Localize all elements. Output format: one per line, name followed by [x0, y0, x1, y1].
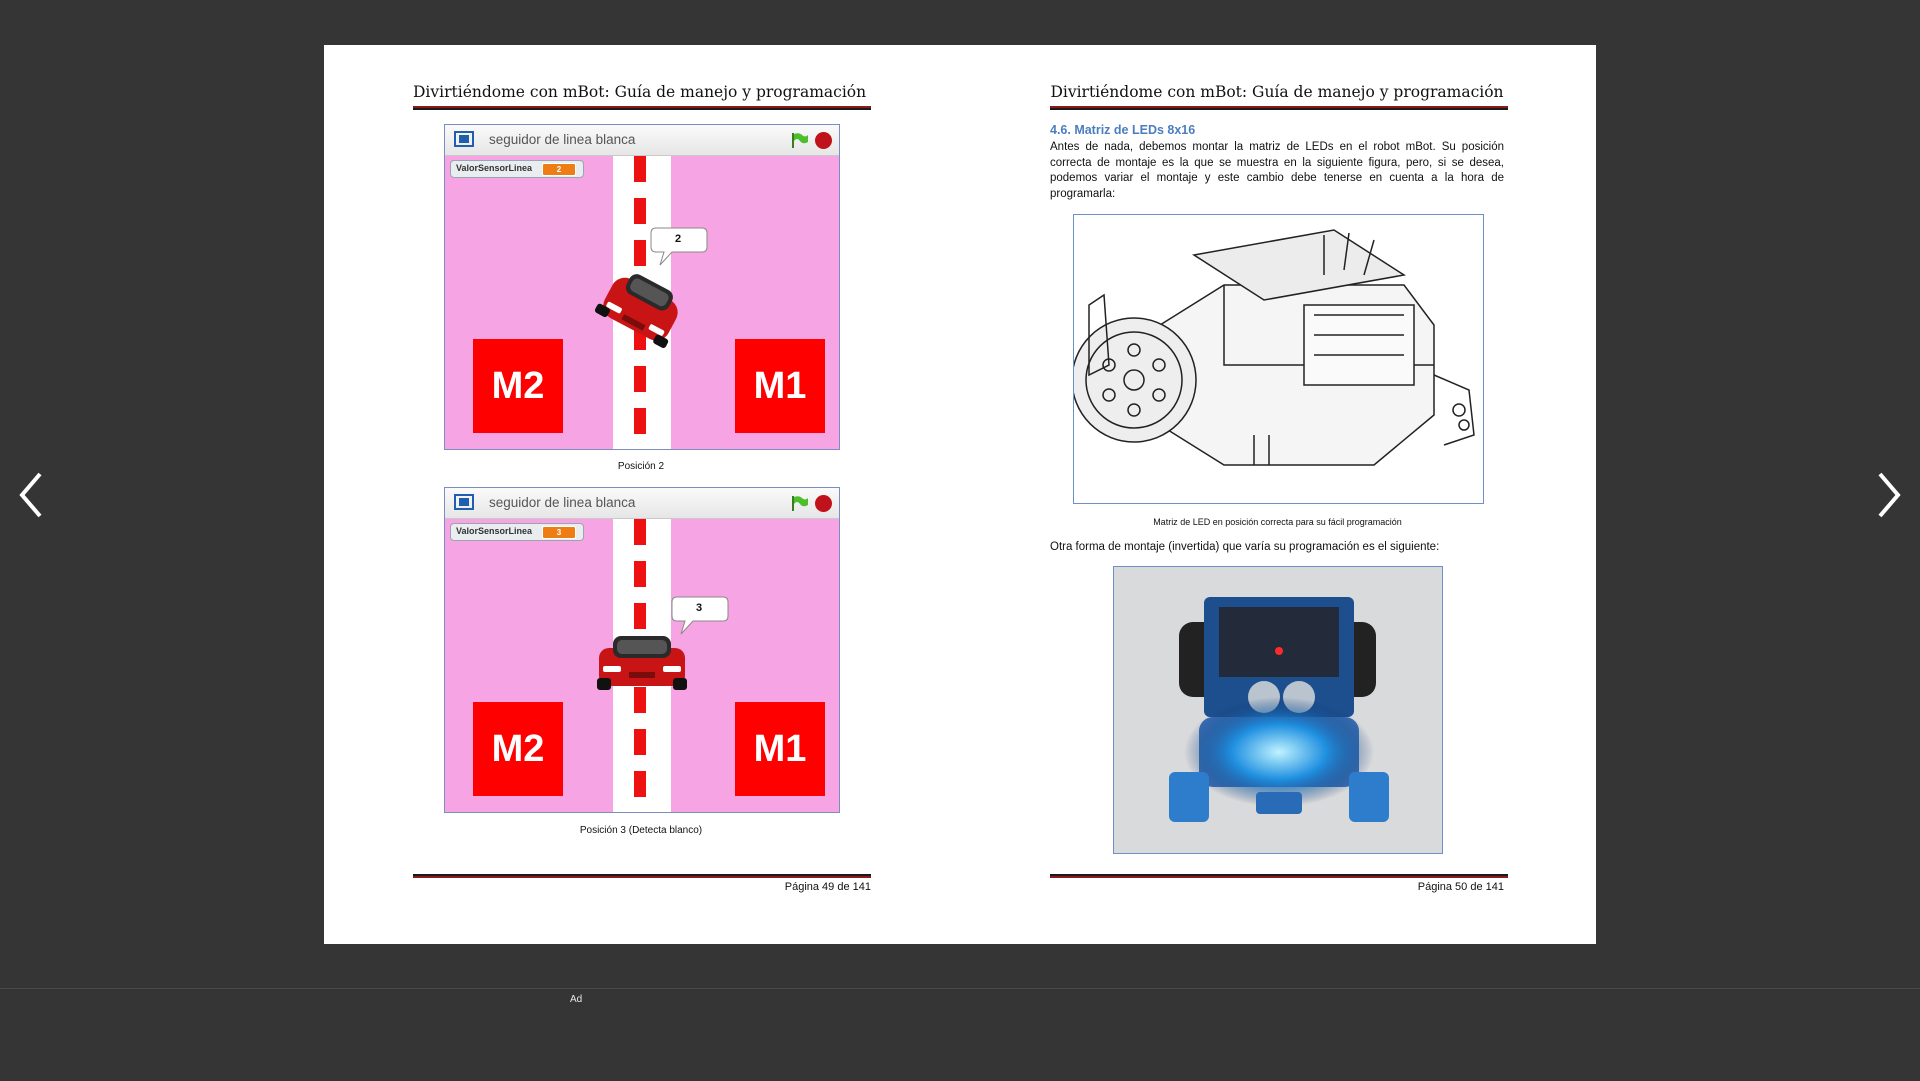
page-spread: Divirtiéndome con mBot: Guía de manejo y… — [324, 45, 1596, 944]
car-sprite — [594, 274, 678, 349]
header-rule — [413, 106, 871, 110]
footer-rule — [413, 874, 871, 878]
figure-caption: Posición 2 — [617, 461, 665, 472]
body-paragraph: Antes de nada, debemos montar la matriz … — [1050, 141, 1504, 200]
bubble-text: 3 — [696, 602, 703, 614]
variable-value: 3 — [542, 526, 576, 539]
ad-bar: Ad — [0, 988, 1920, 1081]
motor-box-m1: M1 — [735, 702, 825, 796]
footer-rule — [1050, 874, 1508, 878]
scratch-stage-1: seguidor de linea blanca ValorSensorLine… — [444, 124, 840, 450]
variable-name: ValorSensorLinea — [456, 526, 533, 536]
stage-title: seguidor de linea blanca — [489, 132, 636, 147]
motor-box-m1: M1 — [735, 339, 825, 433]
variable-monitor: ValorSensorLinea 2 — [450, 160, 584, 178]
variable-monitor: ValorSensorLinea 3 — [450, 523, 584, 541]
stop-icon[interactable] — [815, 132, 832, 149]
header-rule — [1050, 106, 1508, 110]
page-49: Divirtiéndome con mBot: Guía de manejo y… — [324, 45, 960, 944]
stop-icon[interactable] — [815, 495, 832, 512]
mbot-line-drawing — [1073, 214, 1484, 504]
fullscreen-icon[interactable] — [454, 494, 474, 510]
robot-photo-image — [1114, 567, 1442, 853]
green-flag-icon[interactable] — [791, 495, 809, 512]
stage-title: seguidor de linea blanca — [489, 495, 636, 510]
chevron-left-icon[interactable] — [14, 470, 50, 520]
fullscreen-icon[interactable] — [454, 131, 474, 147]
pdf-viewer: Divirtiéndome con mBot: Guía de manejo y… — [0, 0, 1920, 988]
body-paragraph-2: Otra forma de montaje (invertida) que va… — [1050, 541, 1440, 553]
variable-value: 2 — [542, 163, 576, 176]
page-number: Página 50 de 141 — [1417, 881, 1504, 893]
figure-caption: Posición 3 (Detecta blanco) — [579, 825, 703, 836]
motor-box-m2: M2 — [473, 339, 563, 433]
stage-titlebar: seguidor de linea blanca — [445, 125, 839, 156]
mbot-photo — [1113, 566, 1443, 854]
chevron-right-icon[interactable] — [1870, 470, 1906, 520]
variable-name: ValorSensorLinea — [456, 163, 533, 173]
ad-label: Ad — [570, 994, 583, 1005]
car-sprite — [597, 636, 687, 690]
stage-titlebar: seguidor de linea blanca — [445, 488, 839, 519]
green-flag-icon[interactable] — [791, 132, 809, 149]
figure-caption: Matriz de LED en posición correcta para … — [1153, 517, 1402, 527]
scratch-stage-2: seguidor de linea blanca ValorSensorLine… — [444, 487, 840, 813]
bubble-text: 2 — [675, 233, 682, 245]
robot-drawing-image — [1074, 229, 1475, 466]
section-title: 4.6. Matriz de LEDs 8x16 — [1050, 123, 1196, 137]
motor-box-m2: M2 — [473, 702, 563, 796]
page-number: Página 49 de 141 — [784, 881, 871, 893]
